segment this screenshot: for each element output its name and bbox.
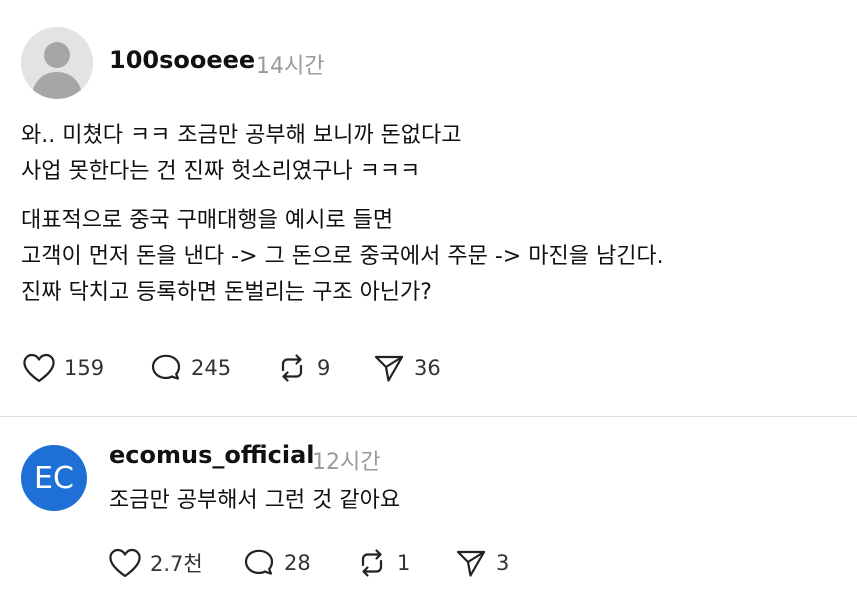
paper-plane-icon <box>374 355 404 382</box>
like-button[interactable]: 159 <box>22 352 149 384</box>
reply-timestamp: 12시간 <box>312 450 381 475</box>
post-line: 고객이 먼저 돈을 낸다 -> 그 돈으로 중국에서 주문 -> 마진을 남긴다… <box>21 244 664 269</box>
repost-count: 1 <box>397 551 411 575</box>
reply-username[interactable]: ecomus_official <box>109 441 315 469</box>
share-count: 3 <box>496 551 510 575</box>
share-button[interactable]: 36 <box>372 352 441 384</box>
comment-button[interactable]: 28 <box>242 547 355 579</box>
post-line: 사업 못한다는 건 진짜 헛소리였구나 ㅋㅋㅋ <box>21 159 421 184</box>
avatar[interactable] <box>21 27 93 99</box>
comment-count: 28 <box>284 551 311 575</box>
post-username[interactable]: 100sooeee <box>109 46 255 74</box>
post-paragraph: 대표적으로 중국 구매대행을 예시로 들면 고객이 먼저 돈을 낸다 -> 그 … <box>21 203 821 311</box>
divider <box>0 416 857 417</box>
post-actions: 159 245 9 36 <box>22 352 441 384</box>
reply-avatar[interactable]: EC <box>21 445 87 511</box>
paper-plane-icon <box>456 550 486 577</box>
share-button[interactable]: 3 <box>454 547 509 579</box>
repost-button[interactable]: 9 <box>275 352 372 384</box>
post-body: 와.. 미쳤다 ㅋㅋ 조금만 공부해 보니까 돈없다고 사업 못한다는 건 진짜… <box>21 118 821 324</box>
like-count: 159 <box>64 356 105 380</box>
like-button[interactable]: 2.7천 <box>108 547 242 579</box>
post-line: 와.. 미쳤다 ㅋㅋ 조금만 공부해 보니까 돈없다고 <box>21 123 462 148</box>
speech-bubble-icon <box>151 354 181 380</box>
comment-count: 245 <box>191 356 232 380</box>
heart-icon <box>23 353 55 383</box>
reply-text: 조금만 공부해서 그런 것 같아요 <box>109 488 401 513</box>
repost-button[interactable]: 1 <box>355 547 454 579</box>
repost-count: 9 <box>317 356 331 380</box>
speech-bubble-icon <box>244 549 274 575</box>
post-timestamp: 14시간 <box>256 54 325 79</box>
post-line: 대표적으로 중국 구매대행을 예시로 들면 <box>21 208 394 233</box>
repost-icon <box>361 549 383 577</box>
heart-icon <box>109 548 141 578</box>
like-count: 2.7천 <box>150 552 203 576</box>
post-paragraph: 와.. 미쳤다 ㅋㅋ 조금만 공부해 보니까 돈없다고 사업 못한다는 건 진짜… <box>21 118 821 190</box>
avatar-initials: EC <box>34 460 74 496</box>
user-placeholder-icon <box>21 27 93 99</box>
repost-icon <box>281 354 303 382</box>
comment-button[interactable]: 245 <box>149 352 275 384</box>
post: 100sooeee 14시간 와.. 미쳤다 ㅋㅋ 조금만 공부해 보니까 돈없… <box>0 0 857 416</box>
reply-actions: 2.7천 28 1 3 <box>108 547 509 579</box>
share-count: 36 <box>414 356 441 380</box>
post-line: 진짜 닥치고 등록하면 돈벌리는 구조 아닌가? <box>21 280 432 305</box>
